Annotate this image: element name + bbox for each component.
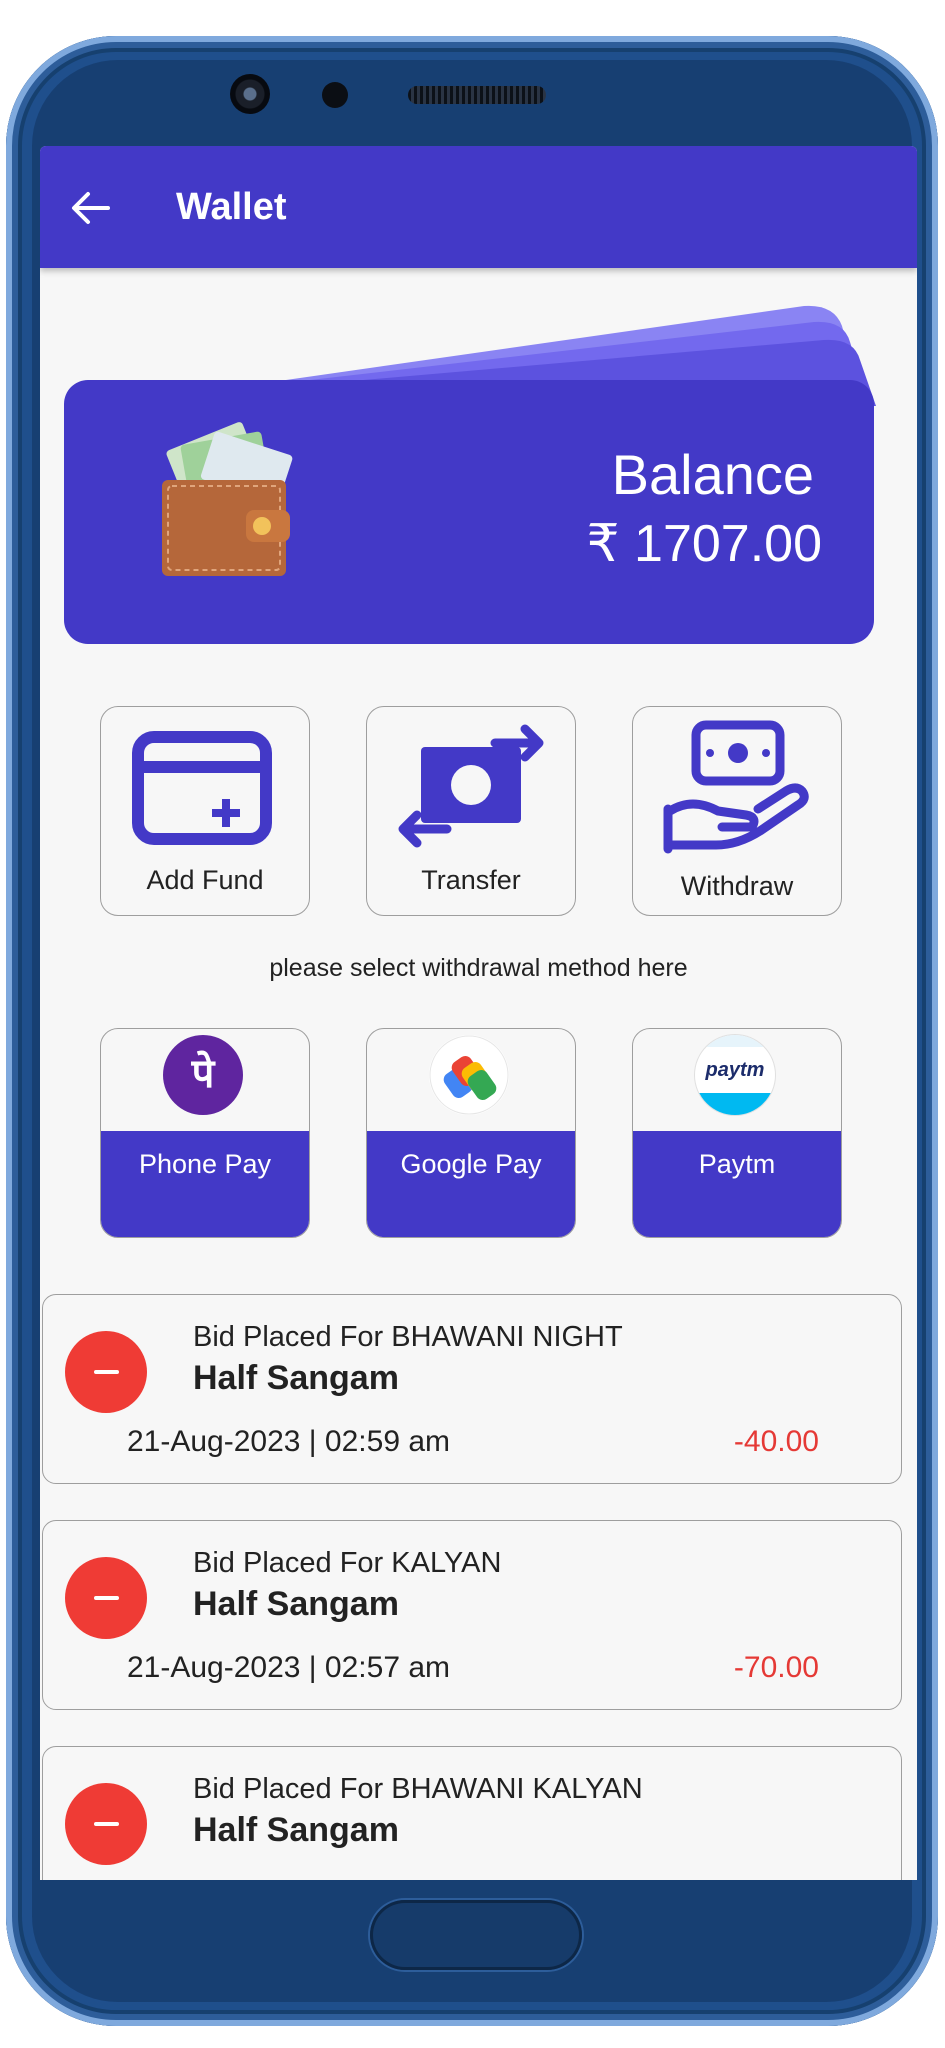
transaction-title: Bid Placed For BHAWANI NIGHT bbox=[193, 1321, 623, 1353]
transfer-button[interactable]: Transfer bbox=[366, 706, 576, 916]
paytm-label: Paytm bbox=[698, 1149, 776, 1179]
withdrawal-hint: please select withdrawal method here bbox=[269, 954, 688, 982]
transaction-title: Bid Placed For BHAWANI KALYAN bbox=[193, 1773, 643, 1805]
transaction-subtitle: Half Sangam bbox=[193, 1811, 399, 1849]
hand-cash-icon bbox=[663, 720, 809, 854]
home-button[interactable] bbox=[370, 1900, 582, 1970]
transaction-amount: -40.00 bbox=[733, 1425, 819, 1458]
balance-card: Balance ₹ 1707.00 bbox=[64, 380, 874, 644]
transaction-item[interactable]: Bid Placed For KALYAN Half Sangam 21-Aug… bbox=[42, 1520, 902, 1710]
transaction-title: Bid Placed For KALYAN bbox=[193, 1547, 502, 1579]
minus-circle-icon bbox=[65, 1557, 147, 1639]
app-screen: Wallet Balance ₹ 1707.00 Add Fund Transf… bbox=[40, 146, 917, 1880]
transaction-subtitle: Half Sangam bbox=[193, 1359, 399, 1397]
wallet-plus-icon bbox=[132, 731, 272, 845]
front-camera bbox=[230, 74, 270, 114]
minus-circle-icon bbox=[65, 1331, 147, 1413]
transfer-label: Transfer bbox=[421, 865, 521, 895]
transaction-date: 21-Aug-2023 | 02:59 am bbox=[127, 1425, 451, 1458]
transaction-subtitle: Half Sangam bbox=[193, 1585, 399, 1623]
add-fund-button[interactable]: Add Fund bbox=[100, 706, 310, 916]
back-arrow-icon[interactable] bbox=[68, 188, 112, 228]
google-pay-option[interactable]: Google Pay bbox=[366, 1028, 576, 1238]
transaction-item[interactable]: Bid Placed For BHAWANI NIGHT Half Sangam… bbox=[42, 1294, 902, 1484]
google-pay-logo-icon bbox=[429, 1035, 509, 1115]
money-transfer-icon bbox=[398, 724, 544, 848]
wallet-icon bbox=[162, 422, 293, 576]
app-bar: Wallet bbox=[40, 146, 917, 268]
phone-pay-option[interactable]: पे Phone Pay bbox=[100, 1028, 310, 1238]
add-fund-label: Add Fund bbox=[146, 865, 264, 895]
balance-amount: ₹ 1707.00 bbox=[586, 515, 823, 573]
transaction-date: 21-Aug-2023 | 02:57 am bbox=[127, 1651, 451, 1684]
transaction-amount: -70.00 bbox=[733, 1651, 819, 1684]
google-pay-label: Google Pay bbox=[400, 1149, 542, 1179]
paytm-option[interactable]: paytm Paytm bbox=[632, 1028, 842, 1238]
page-title: Wallet bbox=[176, 186, 287, 228]
paytm-logo-icon: paytm bbox=[695, 1035, 775, 1115]
minus-circle-icon bbox=[65, 1783, 147, 1865]
balance-label: Balance bbox=[611, 443, 814, 506]
withdraw-label: Withdraw bbox=[680, 871, 794, 901]
phone-pay-label: Phone Pay bbox=[138, 1149, 272, 1179]
withdraw-button[interactable]: Withdraw bbox=[632, 706, 842, 916]
earpiece-speaker bbox=[408, 86, 546, 104]
phonepe-logo-icon: पे bbox=[163, 1035, 243, 1115]
transaction-item[interactable]: Bid Placed For BHAWANI KALYAN Half Sanga… bbox=[42, 1746, 902, 1880]
proximity-sensor bbox=[322, 82, 348, 108]
